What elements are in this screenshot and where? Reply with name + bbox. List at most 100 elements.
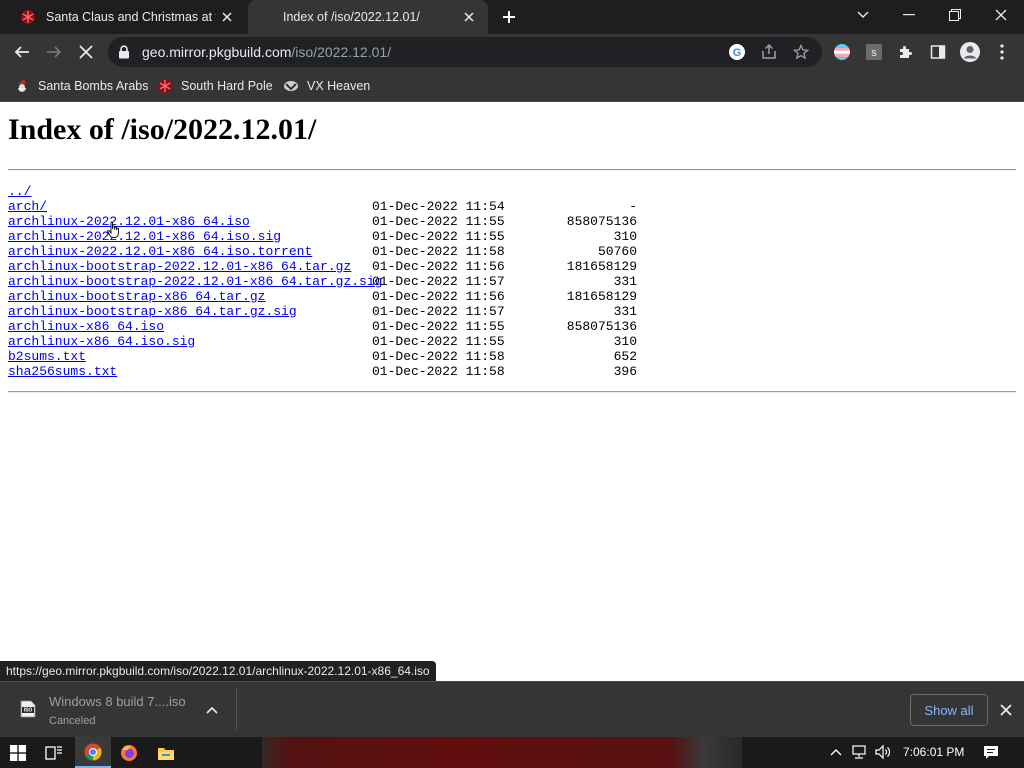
- forward-button[interactable]: [40, 38, 68, 66]
- s-extension-icon[interactable]: s: [860, 38, 888, 66]
- bookmark-star-icon[interactable]: [791, 42, 811, 62]
- file-link[interactable]: b2sums.txt: [8, 349, 86, 364]
- iso-file-icon: ISO: [20, 700, 36, 718]
- file-date: 01-Dec-2022 11:56: [372, 289, 505, 304]
- bookmark-label: VX Heaven: [307, 79, 371, 93]
- close-window-button[interactable]: [978, 0, 1024, 30]
- chrome-icon[interactable]: [75, 737, 111, 768]
- show-all-downloads-button[interactable]: Show all: [910, 694, 988, 726]
- close-tab-icon[interactable]: [216, 6, 238, 28]
- file-link[interactable]: ../: [8, 184, 31, 199]
- hand-pointer-icon: [107, 221, 119, 238]
- file-listing: ../arch/01-Dec-2022 11:54- archlinux-2022…: [8, 184, 648, 379]
- file-size: 181658129: [566, 259, 637, 274]
- file-link[interactable]: archlinux-bootstrap-2022.12.01-x86_64.ta…: [8, 274, 382, 289]
- listing-row: archlinux-2022.12.01-x86_64.iso 01-Dec-20…: [8, 214, 648, 229]
- file-size: 181658129: [566, 289, 637, 304]
- file-size: 858075136: [566, 319, 637, 334]
- url-path: /iso/2022.12.01/: [291, 44, 392, 60]
- file-size: -: [629, 199, 637, 214]
- tab-strip: Santa Claus and Christmas at the Index o…: [0, 0, 1024, 34]
- bookmark-south-hard-pole[interactable]: South Hard Pole: [157, 76, 273, 96]
- file-date: 01-Dec-2022 11:55: [372, 229, 505, 244]
- file-link[interactable]: archlinux-2022.12.01-x86_64.iso.sig: [8, 229, 281, 244]
- file-explorer-icon[interactable]: [148, 737, 184, 768]
- volume-icon[interactable]: [873, 742, 893, 762]
- bookmark-label: Santa Bombs Arabs: [38, 79, 149, 93]
- network-icon[interactable]: [849, 742, 869, 762]
- google-translate-icon[interactable]: G: [727, 42, 747, 62]
- bookmark-santa-bombs-arabs[interactable]: Santa Bombs Arabs: [14, 76, 148, 96]
- trans-flag-extension-icon[interactable]: [828, 38, 856, 66]
- bookmark-vx-heaven[interactable]: VX Heaven: [283, 76, 370, 96]
- file-date: 01-Dec-2022 11:57: [372, 304, 505, 319]
- file-link[interactable]: archlinux-bootstrap-x86_64.tar.gz.sig: [8, 304, 297, 319]
- file-size: 310: [613, 334, 637, 349]
- close-shelf-icon[interactable]: [996, 700, 1016, 720]
- taskbar-clock[interactable]: 7:06:01 PM: [903, 745, 964, 759]
- file-size: 310: [613, 229, 637, 244]
- minimize-button[interactable]: [886, 0, 932, 30]
- extensions-puzzle-icon[interactable]: [892, 38, 920, 66]
- divider: [8, 391, 1016, 393]
- download-status: Canceled: [49, 715, 96, 727]
- task-view-icon[interactable]: [36, 737, 72, 768]
- file-link[interactable]: archlinux-bootstrap-2022.12.01-x86_64.ta…: [8, 259, 351, 274]
- file-date: 01-Dec-2022 11:55: [372, 214, 505, 229]
- file-date: 01-Dec-2022 11:54: [372, 199, 505, 214]
- file-date: 01-Dec-2022 11:56: [372, 259, 505, 274]
- file-date: 01-Dec-2022 11:57: [372, 274, 505, 289]
- file-link[interactable]: arch/: [8, 199, 47, 214]
- listing-row: archlinux-bootstrap-x86_64.tar.gz.sig 01-…: [8, 304, 648, 319]
- file-link[interactable]: archlinux-2022.12.01-x86_64.iso: [8, 214, 250, 229]
- red-snowflake-icon: [157, 78, 173, 94]
- file-link[interactable]: archlinux-bootstrap-x86_64.tar.gz: [8, 289, 265, 304]
- file-link[interactable]: archlinux-x86_64.iso: [8, 319, 164, 334]
- tab-index-of-iso[interactable]: Index of /iso/2022.12.01/: [248, 0, 488, 34]
- file-link[interactable]: archlinux-2022.12.01-x86_64.iso.torrent: [8, 244, 312, 259]
- new-tab-button[interactable]: [497, 5, 521, 29]
- iso-file-icon-label: ISO: [24, 708, 33, 714]
- tab-santa-claus[interactable]: Santa Claus and Christmas at the: [8, 0, 246, 34]
- file-link[interactable]: archlinux-x86_64.iso.sig: [8, 334, 195, 349]
- listing-row: archlinux-bootstrap-2022.12.01-x86_64.ta…: [8, 259, 648, 274]
- download-item[interactable]: ISO Windows 8 build 7....iso Canceled: [8, 688, 236, 732]
- tray-chevron-up-icon[interactable]: [826, 742, 846, 762]
- url-text[interactable]: geo.mirror.pkgbuild.com/iso/2022.12.01/: [142, 44, 391, 60]
- restore-button[interactable]: [932, 0, 978, 30]
- chevron-up-icon[interactable]: [204, 702, 220, 718]
- profile-avatar-icon[interactable]: [956, 38, 984, 66]
- browser-toolbar: geo.mirror.pkgbuild.com/iso/2022.12.01/ …: [0, 34, 1024, 70]
- file-date: 01-Dec-2022 11:55: [372, 334, 505, 349]
- page-content: Index of /iso/2022.12.01/ ../arch/01-Dec…: [0, 103, 1024, 681]
- listing-row: archlinux-bootstrap-2022.12.01-x86_64.ta…: [8, 274, 648, 289]
- svg-text:s: s: [871, 47, 877, 59]
- file-link[interactable]: sha256sums.txt: [8, 364, 117, 379]
- listing-row: sha256sums.txt 01-Dec-2022 11:58 396: [8, 364, 648, 379]
- tab-search-icon[interactable]: [840, 0, 886, 30]
- lock-icon[interactable]: [118, 45, 130, 59]
- page-title: Index of /iso/2022.12.01/: [8, 113, 317, 146]
- menu-kebab-icon[interactable]: [988, 38, 1016, 66]
- file-size: 652: [613, 349, 637, 364]
- listing-row: archlinux-bootstrap-x86_64.tar.gz 01-Dec-…: [8, 289, 648, 304]
- notifications-icon[interactable]: [981, 742, 1001, 762]
- file-date: 01-Dec-2022 11:58: [372, 244, 505, 259]
- file-date: 01-Dec-2022 11:58: [372, 349, 505, 364]
- firefox-icon[interactable]: [111, 737, 147, 768]
- address-bar[interactable]: geo.mirror.pkgbuild.com/iso/2022.12.01/ …: [108, 37, 822, 67]
- listing-row: archlinux-x86_64.iso 01-Dec-2022 11:55 858…: [8, 319, 648, 334]
- windows-start-icon[interactable]: [0, 737, 36, 768]
- vx-heaven-icon: [283, 78, 299, 94]
- back-button[interactable]: [8, 38, 36, 66]
- download-filename: Windows 8 build 7....iso: [49, 694, 186, 709]
- share-icon[interactable]: [759, 42, 779, 62]
- close-tab-icon[interactable]: [458, 6, 480, 28]
- file-size: 331: [613, 304, 637, 319]
- file-date: 01-Dec-2022 11:55: [372, 319, 505, 334]
- file-size: 396: [613, 364, 637, 379]
- shelf-separator: [236, 688, 237, 730]
- stop-loading-button[interactable]: [72, 38, 100, 66]
- download-shelf: ISO Windows 8 build 7....iso Canceled Sh…: [0, 681, 1024, 737]
- side-panel-icon[interactable]: [924, 38, 952, 66]
